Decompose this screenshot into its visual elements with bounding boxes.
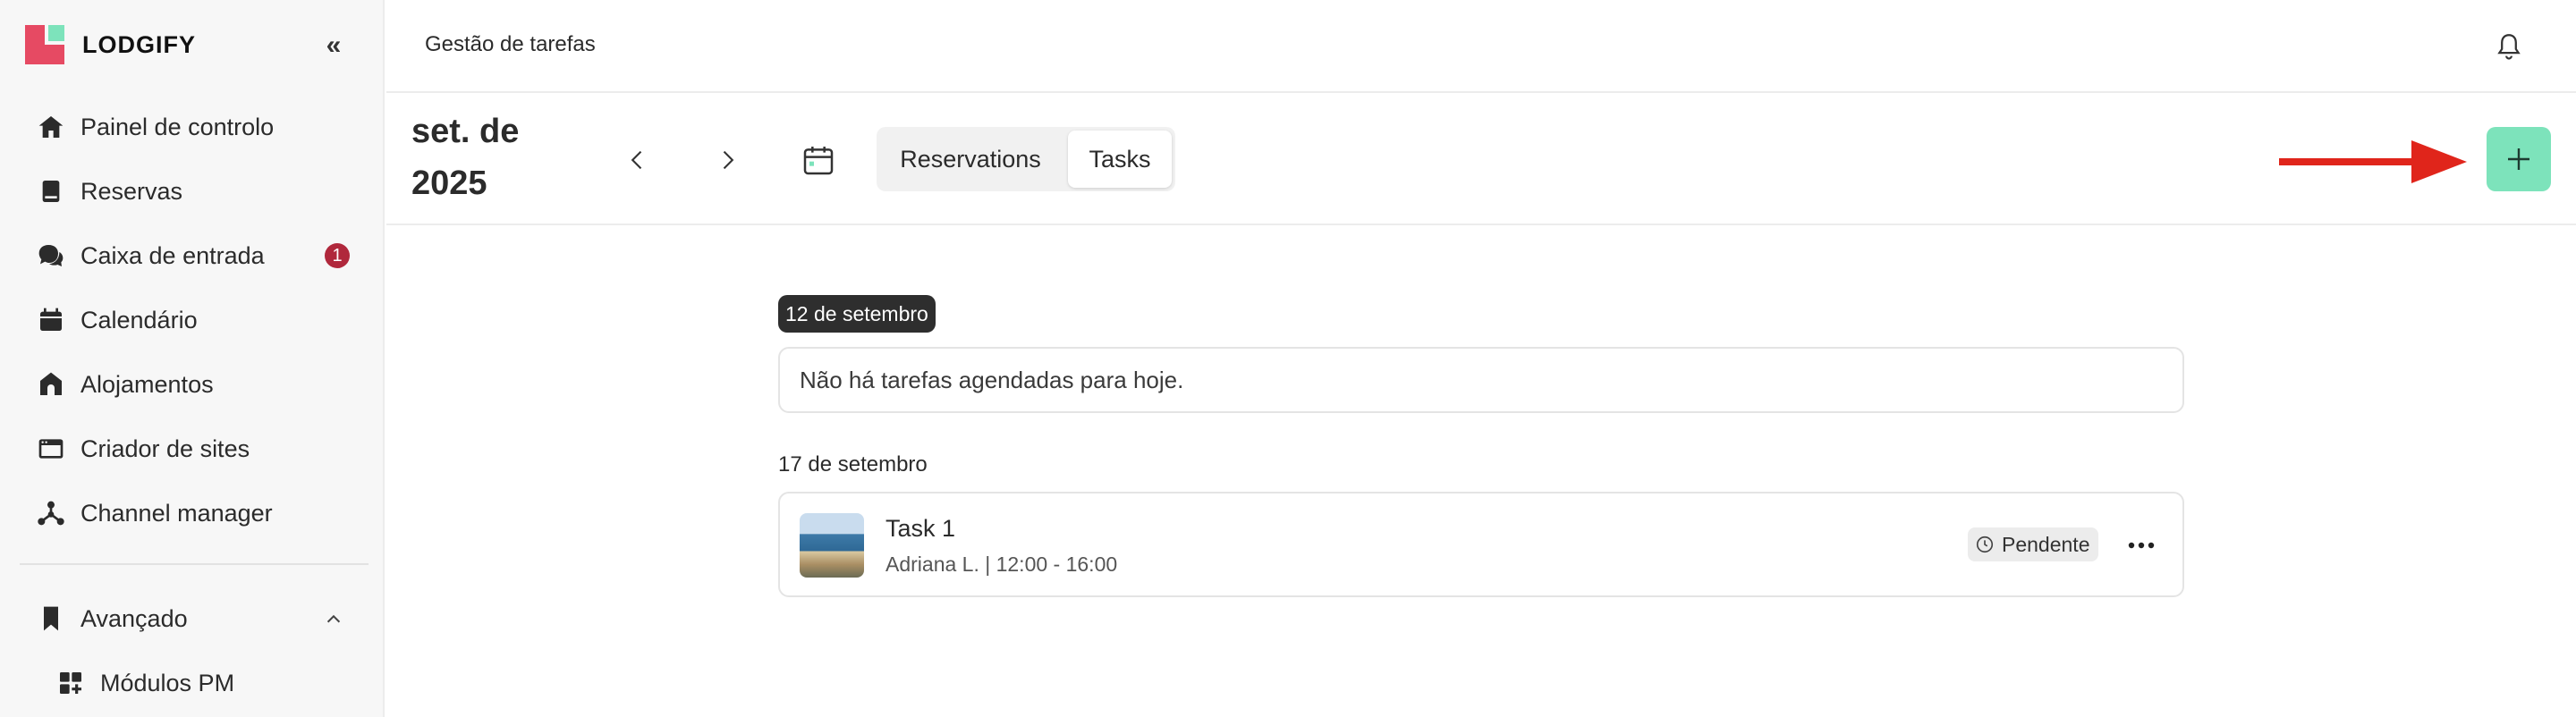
status-badge: Pendente xyxy=(1968,527,2099,561)
sidebar-item-reservations[interactable]: Reservas xyxy=(0,159,385,224)
view-switcher: Reservations Tasks xyxy=(877,127,1175,191)
sidebar-item-label: Caixa de entrada xyxy=(80,241,265,269)
sidebar-divider xyxy=(20,563,369,565)
sidebar-item-label: Módulos PM xyxy=(100,669,235,696)
period-month: set. de xyxy=(411,113,520,150)
collapse-sidebar-button[interactable]: « xyxy=(315,29,352,63)
task-meta: Adriana L. | 12:00 - 16:00 xyxy=(886,553,1118,576)
plus-icon xyxy=(2508,148,2529,170)
chevron-left-icon xyxy=(631,150,642,170)
sidebar-nav: Painel de controlo Reservas Caixa de ent… xyxy=(0,95,385,545)
sidebar-item-label: Reservas xyxy=(80,177,183,205)
sidebar: LODGIFY « Painel de controlo Reservas Ca… xyxy=(0,0,385,717)
period-year: 2025 xyxy=(411,164,487,202)
unread-count-badge: 1 xyxy=(325,243,350,268)
sidebar-item-website-builder[interactable]: Criador de sites xyxy=(0,417,385,481)
calendar-icon xyxy=(803,147,834,175)
double-chevron-left-icon: « xyxy=(326,30,342,60)
current-period: set. de 2025 xyxy=(411,105,519,209)
add-task-button[interactable] xyxy=(2487,127,2551,191)
date-group-label: 17 de setembro xyxy=(778,452,928,477)
task-schedule: 12 de setembro Não há tarefas agendadas … xyxy=(778,295,2184,597)
chevron-right-icon xyxy=(723,150,734,170)
empty-state-card: Não há tarefas agendadas para hoje. xyxy=(778,347,2184,413)
home-icon xyxy=(36,112,66,142)
empty-state-message: Não há tarefas agendadas para hoje. xyxy=(800,366,1184,393)
chevron-up-icon[interactable] xyxy=(324,610,343,635)
sidebar-item-inbox[interactable]: Caixa de entrada 1 xyxy=(0,224,385,288)
date-picker-button[interactable] xyxy=(796,138,841,182)
sidebar-item-label: Criador de sites xyxy=(80,434,250,462)
more-horizontal-icon xyxy=(2128,542,2155,549)
sidebar-item-label: Alojamentos xyxy=(80,370,214,398)
sidebar-item-dashboard[interactable]: Painel de controlo xyxy=(0,95,385,159)
today-date-pill: 12 de setembro xyxy=(778,295,936,333)
sidebar-item-calendar[interactable]: Calendário xyxy=(0,288,385,352)
clock-icon xyxy=(1976,536,1994,553)
browser-icon xyxy=(36,434,66,464)
sidebar-item-label: Channel manager xyxy=(80,499,273,527)
brand-logo[interactable]: LODGIFY xyxy=(25,25,196,64)
task-title: Task 1 xyxy=(886,515,956,542)
property-thumbnail xyxy=(800,513,864,578)
sidebar-item-properties[interactable]: Alojamentos xyxy=(0,352,385,417)
bell-icon[interactable] xyxy=(2494,30,2524,63)
lodgify-logo-icon xyxy=(25,25,64,64)
next-period-button[interactable] xyxy=(705,138,750,182)
top-bar: Gestão de tarefas xyxy=(386,0,2576,93)
bookmark-icon xyxy=(36,603,66,634)
sidebar-item-label: Avançado xyxy=(80,604,188,632)
sidebar-item-pm-modules[interactable]: Módulos PM xyxy=(0,651,385,715)
sidebar-item-label: Calendário xyxy=(80,306,198,333)
calendar-icon xyxy=(36,305,66,335)
brand-name: LODGIFY xyxy=(82,30,196,58)
chat-icon xyxy=(36,240,66,271)
status-label: Pendente xyxy=(2002,532,2090,556)
sidebar-section-advanced[interactable]: Avançado xyxy=(0,586,385,651)
sidebar-item-channel-manager[interactable]: Channel manager xyxy=(0,481,385,545)
previous-period-button[interactable] xyxy=(615,138,660,182)
schedule-toolbar: set. de 2025 Reservations Tasks xyxy=(386,93,2576,225)
tab-reservations[interactable]: Reservations xyxy=(877,127,1064,191)
book-icon xyxy=(36,176,66,207)
house-icon xyxy=(36,369,66,400)
grid-add-icon xyxy=(55,668,86,698)
task-more-options-button[interactable] xyxy=(2123,529,2159,561)
task-card[interactable]: Task 1 Adriana L. | 12:00 - 16:00 Penden… xyxy=(778,492,2184,597)
tab-tasks[interactable]: Tasks xyxy=(1068,131,1172,188)
annotation-arrow-icon xyxy=(2279,140,2467,183)
sidebar-item-label: Painel de controlo xyxy=(80,113,275,140)
network-icon xyxy=(36,498,66,528)
page-title: Gestão de tarefas xyxy=(425,32,596,56)
